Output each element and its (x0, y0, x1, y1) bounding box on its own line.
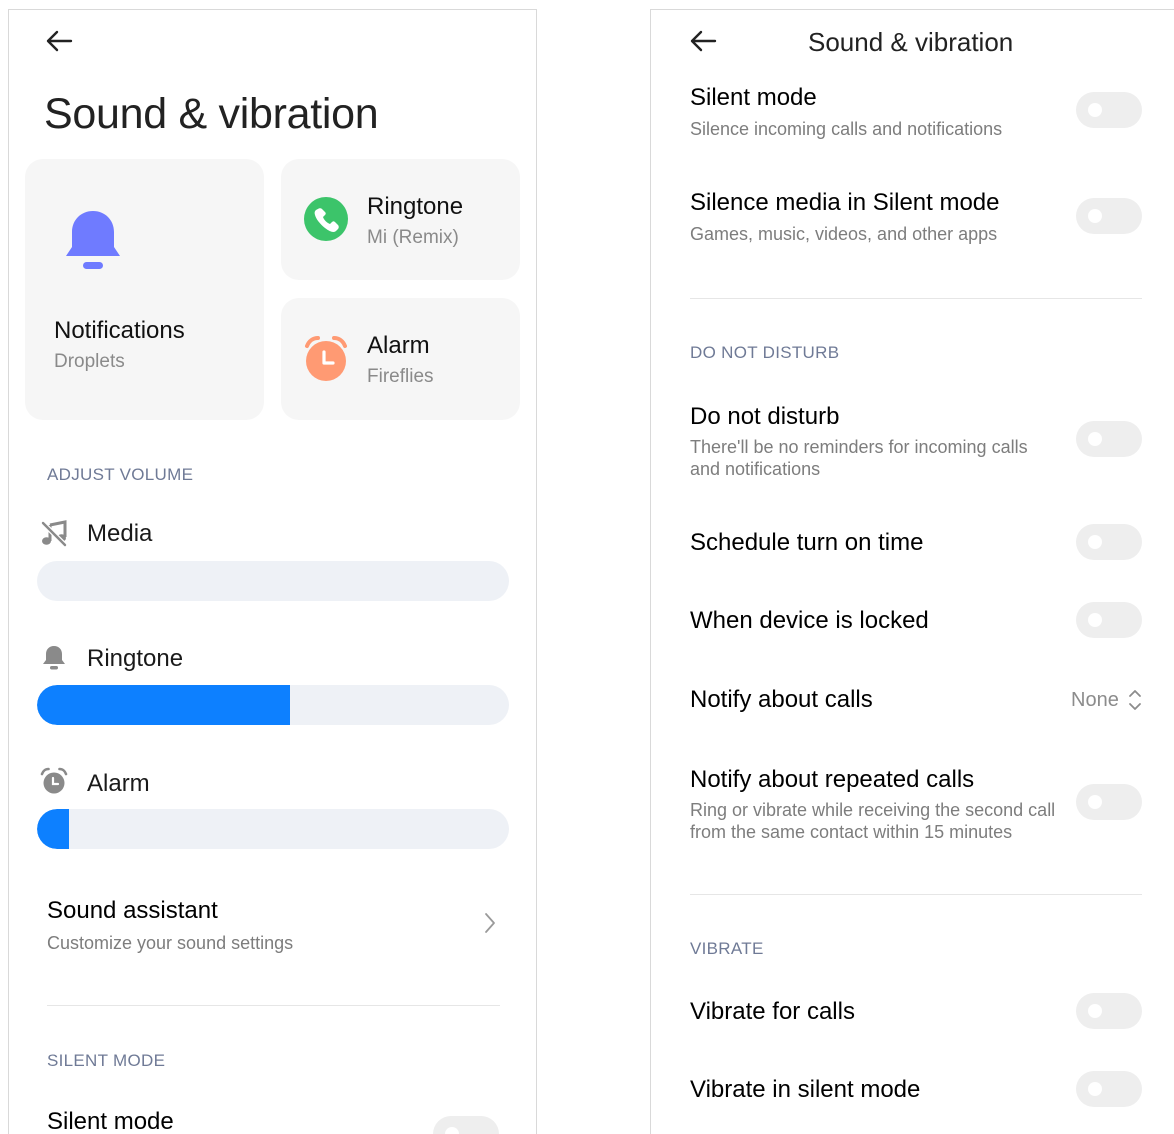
alarm-volume-slider[interactable] (37, 809, 509, 849)
repeated-calls-row[interactable]: Notify about repeated calls Ring or vibr… (651, 758, 1174, 858)
vibrate-header: VIBRATE (690, 939, 764, 958)
bell-icon (66, 211, 120, 269)
ringtone-card-title: Ringtone (367, 193, 464, 220)
dnd-toggle[interactable] (1076, 421, 1142, 457)
alarm-card[interactable]: Alarm Fireflies (281, 298, 520, 420)
divider (690, 894, 1142, 895)
silent-mode-header: SILENT MODE (47, 1051, 166, 1070)
media-volume-label: Media (87, 520, 153, 547)
ringtone-volume-slider[interactable] (37, 685, 509, 725)
when-locked-row[interactable]: When device is locked (651, 596, 1174, 646)
page-title: Sound & vibration (44, 90, 379, 138)
ringtone-volume-fill (37, 685, 290, 725)
bell-icon (43, 646, 65, 670)
when-locked-toggle[interactable] (1076, 602, 1142, 638)
repeated-calls-subtitle-line2: from the same contact within 15 minutes (690, 822, 1013, 842)
vibrate-calls-toggle[interactable] (1076, 993, 1142, 1029)
notifications-card[interactable]: Notifications Droplets (25, 159, 264, 420)
dnd-subtitle-line2: and notifications (690, 459, 821, 479)
notify-calls-title: Notify about calls (690, 686, 873, 713)
silence-media-title: Silence media in Silent mode (690, 189, 1000, 216)
sound-assistant-subtitle: Customize your sound settings (47, 933, 294, 953)
do-not-disturb-row[interactable]: Do not disturb There'll be no reminders … (651, 395, 1174, 495)
silence-media-toggle[interactable] (1076, 198, 1142, 234)
notify-calls-row[interactable]: Notify about calls None (651, 675, 1174, 725)
schedule-title: Schedule turn on time (690, 529, 924, 556)
silent-mode-title: Silent mode (47, 1108, 174, 1134)
adjust-volume-header: ADJUST VOLUME (47, 465, 194, 484)
ringtone-card-subtitle: Mi (Remix) (367, 227, 459, 248)
sound-assistant-row[interactable]: Sound assistant Customize your sound set… (9, 880, 536, 970)
alarm-clock-icon (40, 767, 68, 794)
vibrate-calls-row[interactable]: Vibrate for calls (651, 986, 1174, 1036)
header-title: Sound & vibration (808, 27, 1014, 57)
vibrate-silent-toggle[interactable] (1076, 1071, 1142, 1107)
silent-mode-title: Silent mode (690, 84, 817, 111)
silent-mode-toggle[interactable] (1076, 92, 1142, 128)
repeated-calls-toggle[interactable] (1076, 784, 1142, 820)
divider (47, 1005, 500, 1006)
alarm-volume-fill (37, 809, 69, 849)
alarm-card-title: Alarm (367, 332, 430, 359)
ringtone-volume-label: Ringtone (87, 645, 184, 672)
notifications-card-subtitle: Droplets (54, 351, 125, 372)
chevron-right-icon (485, 913, 495, 933)
vibrate-calls-title: Vibrate for calls (690, 998, 855, 1025)
silence-media-subtitle: Games, music, videos, and other apps (690, 224, 998, 244)
notify-calls-value: None (1071, 689, 1119, 711)
back-arrow-icon[interactable] (43, 25, 75, 57)
phone-icon (304, 197, 348, 241)
dnd-header: DO NOT DISTURB (690, 343, 840, 362)
vibrate-silent-row[interactable]: Vibrate in silent mode (651, 1064, 1174, 1114)
alarm-card-subtitle: Fireflies (367, 366, 434, 387)
dnd-title: Do not disturb (690, 403, 840, 430)
repeated-calls-subtitle-line1: Ring or vibrate while receiving the seco… (690, 800, 1056, 820)
sound-assistant-title: Sound assistant (47, 897, 218, 924)
ringtone-card[interactable]: Ringtone Mi (Remix) (281, 159, 520, 280)
repeated-calls-title: Notify about repeated calls (690, 766, 975, 793)
silence-media-row[interactable]: Silence media in Silent mode Games, musi… (651, 182, 1174, 268)
back-arrow-icon[interactable] (687, 25, 719, 57)
dnd-subtitle-line1: There'll be no reminders for incoming ca… (690, 437, 1028, 457)
silent-mode-subtitle: Silence incoming calls and notifications (690, 119, 1003, 139)
chevron-up-down-icon (1129, 690, 1141, 710)
sound-vibration-main-screen: Sound & vibration Notifications Droplets… (8, 9, 537, 1134)
when-locked-title: When device is locked (690, 607, 929, 634)
silent-mode-row[interactable]: Silent mode Silence incoming calls and n… (651, 76, 1174, 162)
vibrate-silent-title: Vibrate in silent mode (690, 1076, 921, 1103)
music-off-icon (41, 520, 67, 547)
alarm-clock-icon (305, 336, 347, 381)
alarm-volume-label: Alarm (87, 770, 150, 797)
schedule-toggle[interactable] (1076, 524, 1142, 560)
silent-mode-toggle[interactable] (433, 1116, 499, 1134)
media-volume-slider[interactable] (37, 561, 509, 601)
divider (690, 298, 1142, 299)
schedule-row[interactable]: Schedule turn on time (651, 517, 1174, 567)
sound-vibration-detail-screen: Sound & vibration Silent mode Silence in… (650, 9, 1174, 1134)
notifications-card-title: Notifications (54, 317, 185, 344)
